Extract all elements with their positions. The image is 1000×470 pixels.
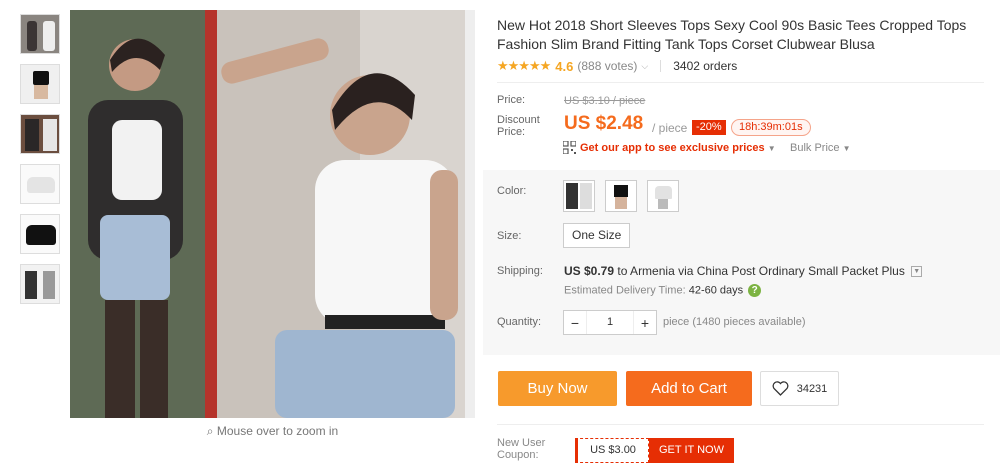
thumbnail-3[interactable] — [20, 114, 60, 154]
price-label: Price: — [497, 94, 526, 106]
color-option-2[interactable] — [605, 180, 637, 212]
delivery-estimate: Estimated Delivery Time: 42-60 days ? — [564, 284, 762, 297]
discount-badge: -20% — [692, 120, 726, 135]
search-icon: ⌕ — [206, 424, 214, 438]
size-option[interactable]: One Size — [563, 223, 631, 248]
qr-code-icon — [563, 141, 576, 154]
increase-button[interactable]: + — [634, 315, 656, 331]
divider — [497, 424, 984, 425]
decrease-button[interactable]: − — [564, 315, 586, 331]
shipping-label: Shipping: — [497, 265, 543, 277]
product-title: New Hot 2018 Short Sleeves Tops Sexy Coo… — [497, 17, 967, 52]
chevron-down-icon[interactable]: ▼ — [911, 266, 923, 278]
coupon-value: US $3.00 — [575, 438, 649, 463]
rating-value: 4.6 — [555, 58, 574, 74]
wishlist-button[interactable]: 34231 — [760, 371, 839, 406]
thumbnail-2[interactable] — [20, 64, 60, 104]
discount-price-label: Discount Price: — [497, 114, 540, 138]
delivery-label: Estimated Delivery Time: — [564, 284, 686, 297]
divider — [497, 82, 984, 83]
votes-link[interactable]: (888 votes) — [577, 59, 637, 73]
thumbnail-5[interactable] — [20, 214, 60, 254]
zoom-hint: ⌕ Mouse over to zoom in — [70, 424, 475, 439]
app-exclusive-link[interactable]: Get our app to see exclusive prices ▼ — [580, 142, 776, 154]
add-to-cart-button[interactable]: Add to Cart — [626, 371, 752, 406]
quantity-stepper: − 1 + — [563, 310, 657, 335]
size-label: Size: — [497, 230, 522, 242]
bulk-price-text: Bulk Price — [790, 142, 840, 154]
thumbnail-6[interactable] — [20, 264, 60, 304]
heart-icon — [772, 381, 789, 396]
product-photo — [70, 10, 475, 418]
countdown-timer: 18h:39m:01s — [731, 119, 811, 136]
quantity-label: Quantity: — [497, 316, 542, 328]
shipping-method: to Armenia via China Post Ordinary Small… — [614, 264, 905, 278]
current-price: US $2.48 — [564, 113, 644, 134]
shipping-price: US $0.79 — [564, 264, 615, 278]
divider — [660, 60, 662, 72]
shipping-info: US $0.79 to Armenia via China Post Ordin… — [564, 264, 923, 278]
orders-count: 3402 orders — [673, 59, 738, 73]
get-coupon-button[interactable]: GET IT NOW — [649, 438, 734, 463]
delivery-value: 42-60 days — [688, 284, 744, 297]
caret-down-icon: ▼ — [767, 144, 776, 153]
bulk-price-dropdown[interactable]: Bulk Price ▼ — [790, 142, 851, 154]
help-icon[interactable]: ? — [748, 284, 762, 297]
zoom-hint-text: Mouse over to zoom in — [216, 424, 339, 438]
thumbnail-4[interactable] — [20, 164, 60, 204]
thumbnail-list — [20, 14, 62, 314]
buy-now-button[interactable]: Buy Now — [498, 371, 617, 406]
quantity-input[interactable]: 1 — [586, 311, 634, 334]
color-option-3[interactable] — [647, 180, 679, 212]
app-link-text: Get our app to see exclusive prices — [580, 142, 765, 154]
caret-down-icon: ▼ — [842, 144, 851, 153]
chevron-down-icon[interactable]: ⌵ — [641, 61, 648, 72]
star-rating-icon: ★★★★★ — [497, 58, 551, 73]
wishlist-count: 34231 — [796, 382, 828, 395]
original-price: US $3.10 / piece — [564, 95, 646, 107]
color-label: Color: — [497, 185, 527, 197]
thumbnail-1[interactable] — [20, 14, 60, 54]
coupon-label: New User Coupon: — [497, 437, 546, 461]
quantity-availability: piece (1480 pieces available) — [663, 316, 806, 328]
color-option-1[interactable] — [563, 180, 595, 212]
per-piece-label: / piece — [652, 121, 688, 135]
main-product-image[interactable] — [70, 10, 475, 418]
rating-row: ★★★★★ 4.6 (888 votes) ⌵ 3402 orders — [497, 58, 737, 74]
